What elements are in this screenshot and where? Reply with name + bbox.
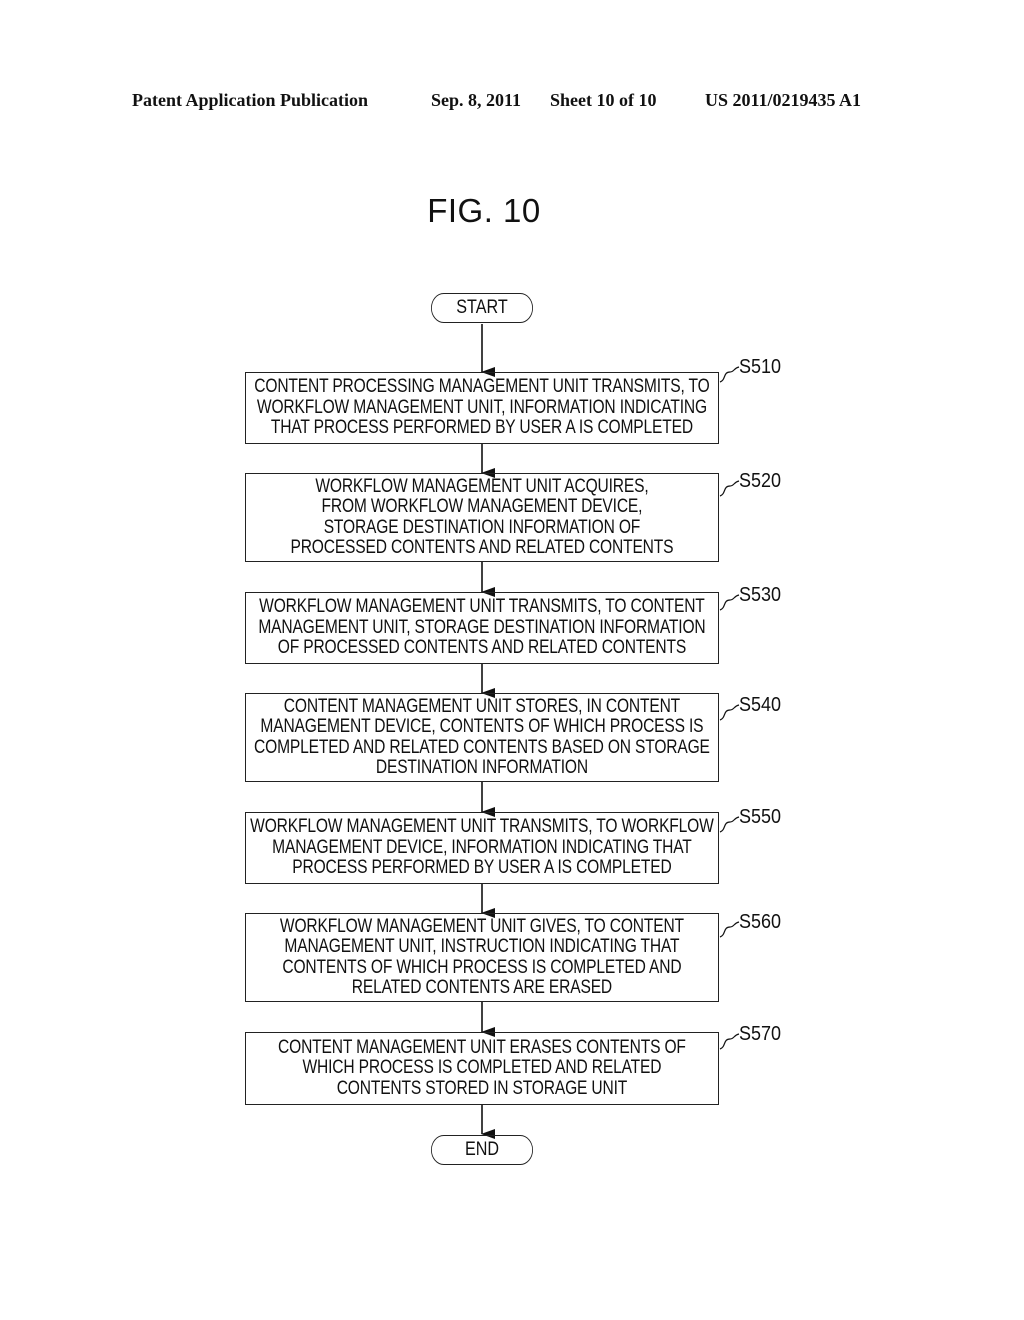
sheet-number: Sheet 10 of 10: [550, 90, 657, 110]
step-text-s520: WORKFLOW MANAGEMENT UNIT ACQUIRES, FROM …: [290, 475, 674, 558]
step-text-s540: CONTENT MANAGEMENT UNIT STORES, IN CONTE…: [254, 695, 710, 778]
step-box-s560: WORKFLOW MANAGEMENT UNIT GIVES, TO CONTE…: [245, 913, 719, 1002]
leader-s520: [719, 480, 740, 497]
step-text-s550: WORKFLOW MANAGEMENT UNIT TRANSMITS, TO W…: [250, 816, 714, 879]
publication-type: Patent Application Publication: [132, 90, 369, 110]
step-box-s550: WORKFLOW MANAGEMENT UNIT TRANSMITS, TO W…: [245, 812, 719, 884]
leader-s510: [719, 366, 740, 383]
leader-s540: [719, 704, 740, 721]
leader-s570: [719, 1033, 740, 1050]
leader-s560: [719, 921, 740, 938]
leader-s550: [719, 816, 740, 833]
start-terminal: START: [431, 293, 533, 323]
step-label-s570: S570: [739, 1023, 782, 1045]
step-box-s540: CONTENT MANAGEMENT UNIT STORES, IN CONTE…: [245, 693, 719, 782]
step-label-s560: S560: [739, 911, 782, 933]
step-box-s520: WORKFLOW MANAGEMENT UNIT ACQUIRES, FROM …: [245, 473, 719, 562]
step-text-s570: CONTENT MANAGEMENT UNIT ERASES CONTENTS …: [278, 1036, 686, 1099]
step-text-s560: WORKFLOW MANAGEMENT UNIT GIVES, TO CONTE…: [279, 915, 685, 998]
step-box-s570: CONTENT MANAGEMENT UNIT ERASES CONTENTS …: [245, 1032, 719, 1105]
patent-number: US 2011/0219435 A1: [705, 90, 862, 110]
end-terminal: END: [431, 1135, 533, 1165]
step-label-s510: S510: [739, 356, 782, 378]
step-label-s550: S550: [739, 806, 782, 828]
start-label: START: [456, 297, 508, 318]
step-text-s510: CONTENT PROCESSING MANAGEMENT UNIT TRANS…: [254, 376, 710, 439]
step-label-s530: S530: [739, 584, 782, 606]
end-label: END: [464, 1139, 500, 1160]
step-box-s530: WORKFLOW MANAGEMENT UNIT TRANSMITS, TO C…: [245, 592, 719, 664]
leader-s530: [719, 594, 740, 611]
step-text-s530: WORKFLOW MANAGEMENT UNIT TRANSMITS, TO C…: [258, 596, 706, 659]
step-box-s510: CONTENT PROCESSING MANAGEMENT UNIT TRANS…: [245, 372, 719, 444]
publication-date: Sep. 8, 2011: [431, 90, 522, 110]
step-label-s540: S540: [739, 694, 782, 716]
patent-header: Patent Application Publication Sep. 8, 2…: [0, 90, 1024, 114]
step-label-s520: S520: [739, 470, 782, 492]
figure-title: FIG. 10: [427, 192, 541, 229]
